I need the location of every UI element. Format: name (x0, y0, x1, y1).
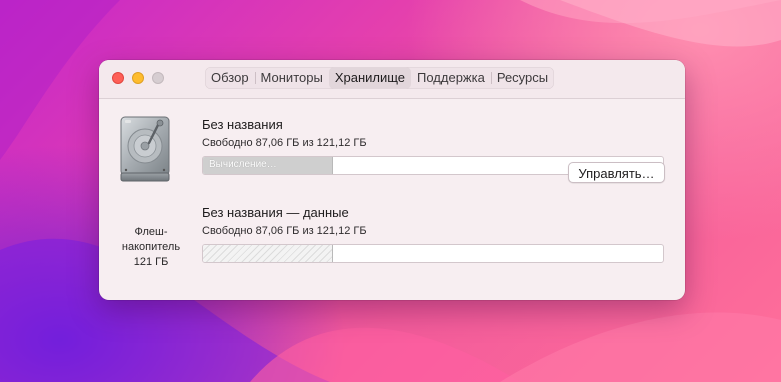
volume-name: Без названия (202, 117, 283, 132)
storage-usage-fill (203, 245, 333, 262)
window-titlebar[interactable]: Обзор Мониторы Хранилище Поддержка Ресур… (99, 60, 685, 99)
tab-displays[interactable]: Мониторы (254, 67, 329, 89)
desktop: Обзор Мониторы Хранилище Поддержка Ресур… (0, 0, 781, 382)
tab-storage[interactable]: Хранилище (328, 67, 412, 89)
tab-overview[interactable]: Обзор (205, 67, 255, 89)
tab-support[interactable]: Поддержка (411, 67, 491, 89)
volume-free-space: Свободно 87,06 ГБ из 121,12 ГБ (202, 225, 367, 237)
volume-free-space: Свободно 87,06 ГБ из 121,12 ГБ (202, 137, 367, 149)
system-info-window: Обзор Мониторы Хранилище Поддержка Ресур… (99, 60, 685, 300)
manage-button[interactable]: Управлять… (568, 162, 665, 183)
volume-name: Без названия — данные (202, 205, 349, 220)
tab-resources[interactable]: Ресурсы (490, 67, 554, 89)
minimize-button[interactable] (132, 72, 144, 84)
tab-bar: Обзор Мониторы Хранилище Поддержка Ресур… (205, 67, 555, 89)
calculating-status: Вычисление… (209, 159, 277, 170)
storage-pane: Флеш- накопитель 121 ГБ Без названия Сво… (99, 99, 685, 300)
storage-usage-bar (202, 244, 664, 263)
device-label: Флеш- накопитель 121 ГБ (121, 226, 181, 268)
external-drive-icon (120, 116, 170, 182)
zoom-button (152, 72, 164, 84)
close-button[interactable] (112, 72, 124, 84)
